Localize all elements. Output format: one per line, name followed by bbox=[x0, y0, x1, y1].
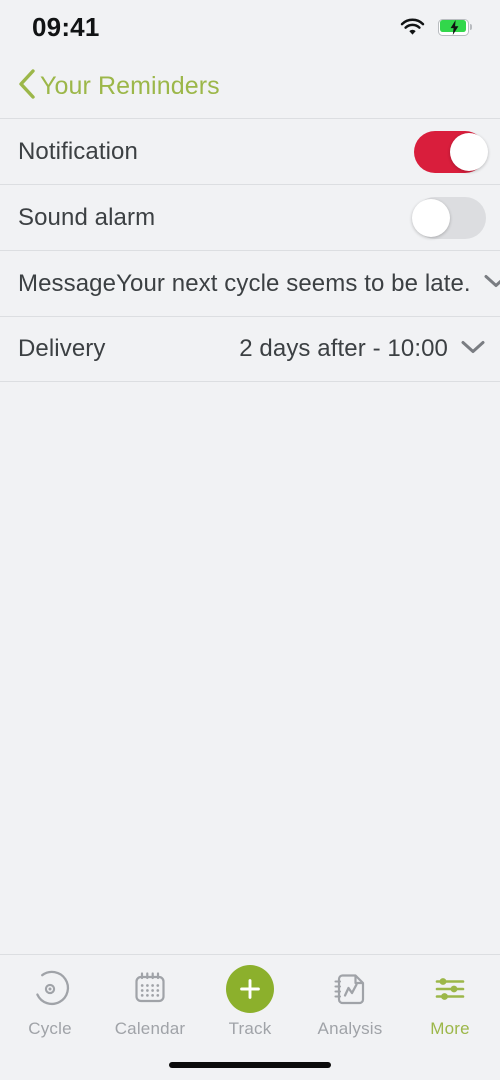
row-delivery[interactable]: Delivery 2 days after - 10:00 bbox=[0, 316, 500, 382]
tab-label: Calendar bbox=[114, 1019, 186, 1038]
delivery-value: 2 days after - 10:00 bbox=[239, 335, 448, 362]
row-label: Delivery bbox=[18, 335, 106, 362]
back-button[interactable]: Your Reminders bbox=[8, 64, 228, 109]
chevron-left-icon bbox=[16, 68, 38, 105]
tab-analysis[interactable]: Analysis bbox=[300, 966, 400, 1039]
row-sound-alarm[interactable]: Sound alarm bbox=[0, 184, 500, 250]
bottom-tab-bar: Cycle Calendar Track Analysis More bbox=[0, 954, 500, 1049]
row-message[interactable]: Message Your next cycle seems to be late… bbox=[0, 250, 500, 316]
phone-screen: 09:41 Your Reminders Notification Sound … bbox=[0, 0, 500, 1080]
row-control: 2 days after - 10:00 bbox=[239, 335, 486, 363]
home-indicator-area bbox=[0, 1049, 500, 1080]
tab-calendar[interactable]: Calendar bbox=[100, 966, 200, 1039]
row-label: Notification bbox=[18, 137, 138, 165]
cycle-icon bbox=[29, 966, 71, 1012]
message-value: Your next cycle seems to be late. bbox=[116, 269, 471, 297]
tab-track[interactable]: Track bbox=[200, 965, 300, 1039]
tab-cycle[interactable]: Cycle bbox=[0, 966, 100, 1039]
row-control bbox=[412, 196, 486, 239]
sound-alarm-toggle[interactable] bbox=[412, 196, 486, 239]
tab-label: Track bbox=[228, 1019, 272, 1038]
content-empty-area bbox=[0, 382, 500, 954]
track-add-button[interactable] bbox=[226, 965, 274, 1013]
notification-toggle[interactable] bbox=[414, 130, 488, 173]
row-control: Your next cycle seems to be late. bbox=[116, 270, 500, 298]
calendar-icon bbox=[129, 966, 171, 1012]
row-label: Sound alarm bbox=[18, 203, 156, 231]
row-label: Message bbox=[18, 269, 117, 297]
plus-icon bbox=[240, 979, 260, 999]
tab-label: More bbox=[430, 1019, 470, 1038]
chevron-down-icon[interactable] bbox=[460, 339, 486, 360]
track-circle bbox=[226, 965, 274, 1013]
back-button-label: Your Reminders bbox=[40, 71, 220, 100]
tab-more[interactable]: More bbox=[400, 966, 500, 1039]
status-bar: 09:41 bbox=[0, 0, 500, 54]
navigation-bar: Your Reminders bbox=[0, 54, 500, 118]
toggle-knob bbox=[412, 198, 450, 237]
row-control bbox=[414, 130, 488, 173]
row-notification[interactable]: Notification bbox=[0, 118, 500, 184]
status-time: 09:41 bbox=[32, 11, 100, 42]
chevron-down-icon[interactable] bbox=[483, 273, 500, 294]
tab-label: Cycle bbox=[28, 1019, 72, 1038]
sliders-icon bbox=[429, 966, 471, 1012]
status-indicators bbox=[400, 18, 472, 37]
toggle-knob bbox=[450, 132, 488, 171]
home-indicator[interactable] bbox=[169, 1061, 331, 1068]
analysis-document-icon bbox=[329, 966, 371, 1012]
wifi-icon bbox=[400, 18, 425, 37]
settings-list: Notification Sound alarm Message Your ne… bbox=[0, 118, 500, 382]
tab-label: Analysis bbox=[317, 1019, 383, 1038]
battery-charging-icon bbox=[438, 18, 472, 36]
